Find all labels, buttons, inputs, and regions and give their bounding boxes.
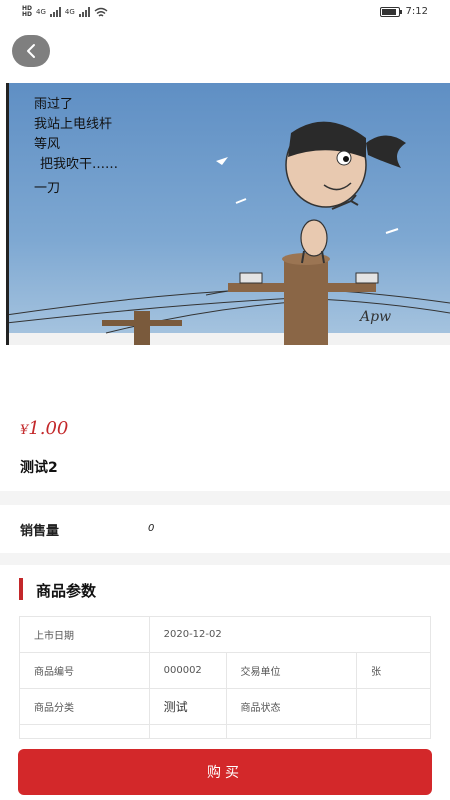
signal-icon bbox=[49, 7, 61, 17]
hd-indicator: HD HD bbox=[22, 6, 32, 18]
param-value bbox=[356, 724, 431, 739]
param-key bbox=[19, 724, 150, 739]
param-value: 2020-12-02 bbox=[148, 616, 432, 653]
param-value bbox=[356, 688, 431, 725]
artist-signature: Apw bbox=[358, 309, 391, 325]
cartoon-text-line-4: 把我吹干…… bbox=[40, 157, 119, 172]
params-section-title: 商品参数 bbox=[36, 582, 97, 600]
status-time: 7:12 bbox=[405, 6, 428, 17]
param-value: 000002 bbox=[148, 652, 227, 689]
param-key: 商品分类 bbox=[19, 688, 150, 725]
param-key: 上市日期 bbox=[19, 616, 150, 653]
buy-button[interactable]: 购买 bbox=[18, 749, 432, 795]
cartoon-text-line-1: 雨过了 bbox=[34, 97, 74, 112]
param-value: 测试 bbox=[148, 688, 227, 725]
product-image: Apw 雨过了 我站上电线杆 等风 把我吹干…… 一刀 bbox=[6, 83, 450, 345]
sales-value: 0 bbox=[148, 523, 155, 534]
params-table: 上市日期 2020-12-02 商品编号 000002 交易单位 张 商品分类 … bbox=[19, 616, 432, 739]
status-bar-right: 7:12 bbox=[379, 6, 428, 17]
section-divider-2 bbox=[0, 553, 450, 565]
price: ¥1.00 bbox=[20, 418, 68, 439]
section-divider bbox=[0, 491, 450, 505]
cartoon-text-line-3: 等风 bbox=[34, 137, 61, 152]
table-row: 上市日期 2020-12-02 bbox=[19, 616, 432, 653]
table-row: 商品编号 000002 交易单位 张 bbox=[19, 652, 431, 689]
status-bar-left: HD HD 4G 4G bbox=[22, 6, 108, 18]
param-value: 张 bbox=[356, 652, 431, 689]
battery-icon bbox=[379, 6, 402, 17]
param-key: 商品状态 bbox=[225, 688, 358, 725]
wifi-icon bbox=[94, 7, 108, 17]
table-row bbox=[19, 724, 431, 739]
image-border bbox=[6, 83, 9, 345]
param-key bbox=[225, 724, 358, 739]
param-value bbox=[148, 724, 227, 739]
param-key: 商品编号 bbox=[19, 652, 150, 689]
status-bar: HD HD 4G 4G 7:12 bbox=[0, 0, 450, 26]
network-label-2: 4G bbox=[64, 8, 75, 16]
back-button[interactable] bbox=[12, 35, 50, 67]
section-accent-bar bbox=[19, 578, 23, 600]
cartoon-author-mark: 一刀 bbox=[34, 181, 61, 196]
cartoon-caption: 雨过了 我站上电线杆 等风 把我吹干…… 一刀 bbox=[34, 95, 118, 199]
hd-label-2: HD bbox=[22, 11, 33, 18]
product-name: 测试2 bbox=[20, 460, 58, 476]
cartoon-text-line-2: 我站上电线杆 bbox=[34, 117, 113, 132]
signal-icon-2 bbox=[78, 7, 90, 17]
sales-label: 销售量 bbox=[20, 524, 60, 539]
param-key: 交易单位 bbox=[225, 652, 358, 689]
table-row: 商品分类 测试 商品状态 bbox=[19, 688, 431, 725]
chevron-left-icon bbox=[27, 44, 35, 58]
price-value: 1.00 bbox=[28, 418, 69, 439]
network-label-1: 4G bbox=[36, 8, 46, 16]
